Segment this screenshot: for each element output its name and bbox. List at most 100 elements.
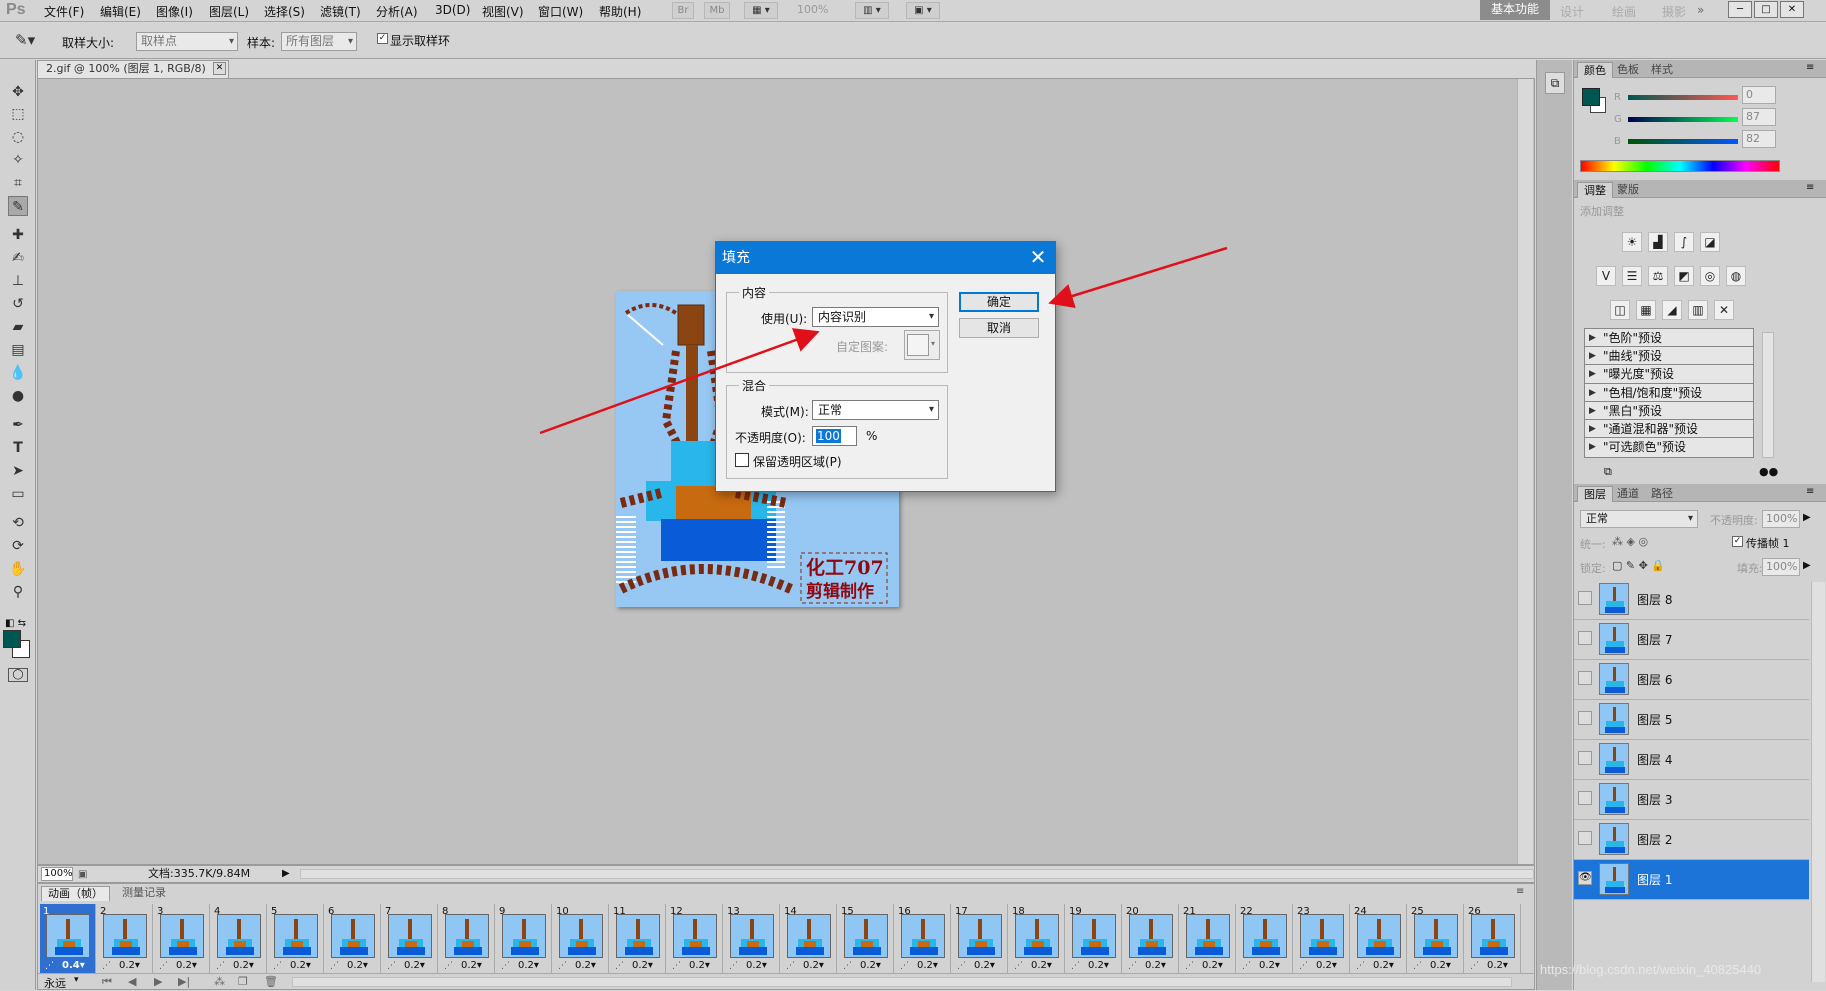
frame-disposal-icon[interactable]: ⋰ (387, 961, 396, 971)
use-select[interactable]: 内容识别 ▾ (812, 307, 939, 327)
view-extras-button[interactable]: ▦ ▾ (744, 2, 778, 19)
frame-disposal-icon[interactable]: ⋰ (216, 961, 225, 971)
frame-delay-select[interactable]: 0.2▾ (575, 960, 596, 971)
frame-disposal-icon[interactable]: ⋰ (330, 961, 339, 971)
menu-help[interactable]: 帮助(H) (599, 3, 641, 20)
presets-scrollbar[interactable] (1762, 332, 1774, 458)
frame-disposal-icon[interactable]: ⋰ (1299, 961, 1308, 971)
status-zoom-field[interactable]: 100% (41, 867, 73, 881)
menu-window[interactable]: 窗口(W) (538, 3, 583, 20)
animation-frame[interactable]: 14 ⋰ 0.2▾ (781, 904, 837, 973)
workspace-design[interactable]: 设计 (1560, 3, 1584, 20)
custom-pattern-picker[interactable]: ▾ (904, 330, 940, 360)
blur-tool-icon[interactable]: 💧 (8, 363, 28, 383)
animation-frame[interactable]: 2 ⋰ 0.2▾ (97, 904, 153, 973)
gradient-tool-icon[interactable]: ▤ (8, 340, 28, 360)
type-tool-icon[interactable]: T (8, 438, 28, 458)
tab-adjustments[interactable]: 调整 (1577, 182, 1613, 198)
frame-delay-select[interactable]: 0.2▾ (176, 960, 197, 971)
duplicate-frame-icon[interactable]: ❐ (238, 975, 248, 988)
layer-row[interactable]: 图层 3 (1574, 780, 1809, 820)
layer-row[interactable]: 图层 4 (1574, 740, 1809, 780)
tab-layers[interactable]: 图层 (1577, 486, 1613, 502)
animation-frame[interactable]: 22 ⋰ 0.2▾ (1237, 904, 1293, 973)
frame-disposal-icon[interactable]: ⋰ (159, 961, 168, 971)
frame-disposal-icon[interactable]: ⋰ (615, 961, 624, 971)
tab-channels[interactable]: 通道 (1611, 486, 1645, 502)
frame-delay-select[interactable]: 0.2▾ (461, 960, 482, 971)
frame-disposal-icon[interactable]: ⋰ (843, 961, 852, 971)
zoom-display[interactable]: 100% (797, 3, 828, 16)
frame-disposal-icon[interactable]: ⋰ (1413, 961, 1422, 971)
frame-disposal-icon[interactable]: ⋰ (957, 961, 966, 971)
arrange-documents-button[interactable]: ▥ ▾ (855, 2, 889, 19)
layer-visibility-eye-icon[interactable] (1578, 751, 1592, 765)
color-balance-icon[interactable]: ⚖ (1648, 266, 1668, 286)
frame-delay-select[interactable]: 0.2▾ (347, 960, 368, 971)
layer-fill-arrow-icon[interactable]: ▶ (1803, 560, 1811, 571)
history-brush-tool-icon[interactable]: ↺ (8, 294, 28, 314)
r-slider[interactable] (1628, 95, 1738, 100)
exposure-icon[interactable]: ◪ (1700, 232, 1720, 252)
layer-row[interactable]: 图层 5 (1574, 700, 1809, 740)
panel-menu-icon[interactable]: ≡ (1806, 62, 1814, 73)
gradient-map-icon[interactable]: ▥ (1688, 300, 1708, 320)
frame-delay-select[interactable]: 0.2▾ (1487, 960, 1508, 971)
panel-menu-icon[interactable]: ≡ (1806, 486, 1814, 497)
layer-row[interactable]: 图层 6 (1574, 660, 1809, 700)
layer-visibility-eye-icon[interactable] (1578, 631, 1592, 645)
menu-file[interactable]: 文件(F) (44, 3, 84, 20)
eraser-tool-icon[interactable]: ▰ (8, 317, 28, 337)
layer-visibility-eye-icon[interactable] (1578, 591, 1592, 605)
canvas-horizontal-scrollbar[interactable] (300, 869, 1534, 879)
menu-edit[interactable]: 编辑(E) (100, 3, 141, 20)
frame-delay-select[interactable]: 0.2▾ (1430, 960, 1451, 971)
frame-disposal-icon[interactable]: ⋰ (1470, 961, 1479, 971)
tab-paths[interactable]: 路径 (1645, 486, 1679, 502)
frame-disposal-icon[interactable]: ⋰ (1071, 961, 1080, 971)
animation-frame[interactable]: 26 ⋰ 0.2▾ (1465, 904, 1521, 973)
play-icon[interactable]: ▶ (154, 975, 162, 988)
frame-disposal-icon[interactable]: ⋰ (444, 961, 453, 971)
tab-masks[interactable]: 蒙版 (1611, 182, 1645, 198)
show-ring-checkbox[interactable]: ✓ (377, 33, 388, 44)
status-icon[interactable]: ▣ (78, 867, 87, 883)
color-spectrum-bar[interactable] (1580, 160, 1780, 172)
unify-icons[interactable]: ⁂ ◈ ◎ (1612, 535, 1648, 548)
frame-disposal-icon[interactable]: ⋰ (1242, 961, 1251, 971)
animation-frame[interactable]: 3 ⋰ 0.2▾ (154, 904, 210, 973)
layer-visibility-eye-icon[interactable] (1578, 791, 1592, 805)
frame-delay-select[interactable]: 0.2▾ (404, 960, 425, 971)
animation-frame[interactable]: 4 ⋰ 0.2▾ (211, 904, 267, 973)
frame-disposal-icon[interactable]: ⋰ (672, 961, 681, 971)
frame-delay-select[interactable]: 0.2▾ (860, 960, 881, 971)
frame-delay-select[interactable]: 0.2▾ (689, 960, 710, 971)
document-tab[interactable]: 2.gif @ 100% (图层 1, RGB/8) (37, 60, 229, 78)
marquee-tool-icon[interactable]: ⬚ (8, 104, 28, 124)
3d-rotate-tool-icon[interactable]: ⟲ (8, 513, 28, 533)
close-icon[interactable]: ✕ (213, 62, 226, 75)
path-select-tool-icon[interactable]: ➤ (8, 461, 28, 481)
quick-mask-icon[interactable]: ◯ (8, 668, 28, 682)
black-white-icon[interactable]: ◩ (1674, 266, 1694, 286)
g-slider[interactable] (1628, 117, 1738, 122)
crop-tool-icon[interactable]: ⌗ (8, 173, 28, 193)
close-window-button[interactable]: ✕ (1780, 1, 1804, 18)
animation-frame[interactable]: 8 ⋰ 0.2▾ (439, 904, 495, 973)
workspace-essentials[interactable]: 基本功能 (1480, 0, 1550, 20)
loop-dropdown-icon[interactable]: ▾ (74, 975, 79, 985)
frame-delay-select[interactable]: 0.2▾ (1373, 960, 1394, 971)
frame-delay-select[interactable]: 0.2▾ (1202, 960, 1223, 971)
workspace-more-button[interactable]: » (1697, 3, 1704, 17)
g-value[interactable]: 87 (1742, 108, 1776, 126)
dodge-tool-icon[interactable]: ● (8, 386, 28, 406)
selective-color-icon[interactable]: ✕ (1714, 300, 1734, 320)
move-tool-icon[interactable]: ✥ (8, 82, 28, 102)
frame-delay-select[interactable]: 0.2▾ (290, 960, 311, 971)
prev-frame-icon[interactable]: ◀ (128, 975, 136, 988)
levels-icon[interactable]: ▟ (1648, 232, 1668, 252)
animation-frame[interactable]: 7 ⋰ 0.2▾ (382, 904, 438, 973)
frame-delay-select[interactable]: 0.2▾ (1316, 960, 1337, 971)
animation-frame[interactable]: 6 ⋰ 0.2▾ (325, 904, 381, 973)
eyedropper-preset-icon[interactable]: ✎▾ (15, 31, 35, 49)
